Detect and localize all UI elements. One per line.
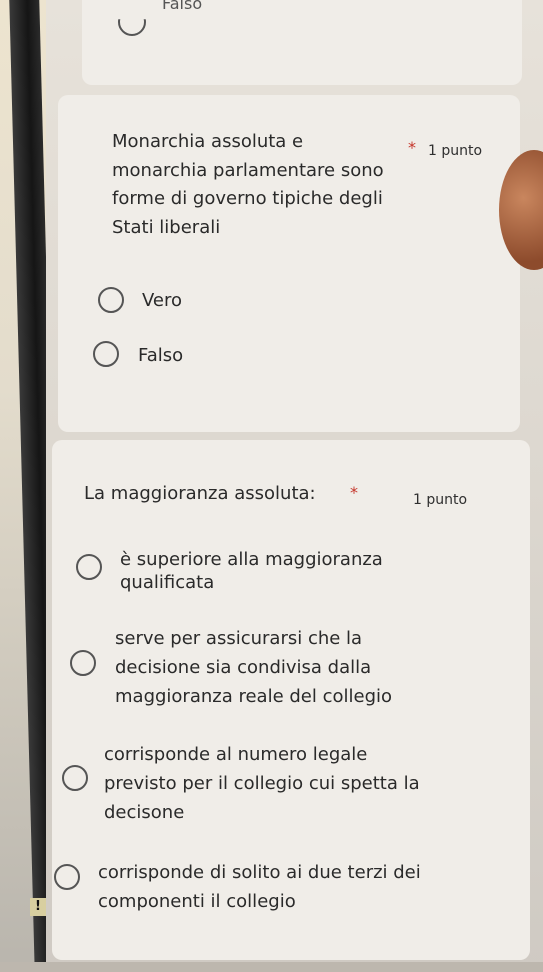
question-2-option-3-radio[interactable] [62,765,88,791]
question-1-option-falso-radio[interactable] [93,341,119,367]
question-2-option-4-radio[interactable] [54,864,80,890]
question-1-option-falso-label[interactable]: Falso [138,344,183,367]
question-2-option-1-radio[interactable] [76,554,102,580]
question-1-option-vero-label[interactable]: Vero [142,289,182,312]
question-1-points: 1 punto [428,143,483,159]
question-1-required-star: * [408,138,416,157]
question-2-option-4-label[interactable]: corrisponde di solito ai due terzi dei c… [98,858,421,916]
question-2-points: 1 punto [413,492,468,508]
previous-question-card [82,0,522,85]
question-1-text: Monarchia assoluta e monarchia parlament… [112,131,384,238]
bottom-edge [0,962,543,972]
question-2-option-2-radio[interactable] [70,650,96,676]
previous-option-label: Falso [162,0,203,13]
question-2-option-1-label[interactable]: è superiore alla maggioranza qualificata [120,548,383,594]
question-2-option-2-label[interactable]: serve per assicurarsi che la decisione s… [115,624,392,711]
question-1-option-vero-radio[interactable] [98,287,124,313]
question-2-option-3-label[interactable]: corrisponde al numero legale previsto pe… [104,740,420,827]
question-2-text: La maggioranza assoluta: [84,483,316,504]
question-2-required-star: * [350,483,358,502]
alert-icon: ! [30,898,46,916]
